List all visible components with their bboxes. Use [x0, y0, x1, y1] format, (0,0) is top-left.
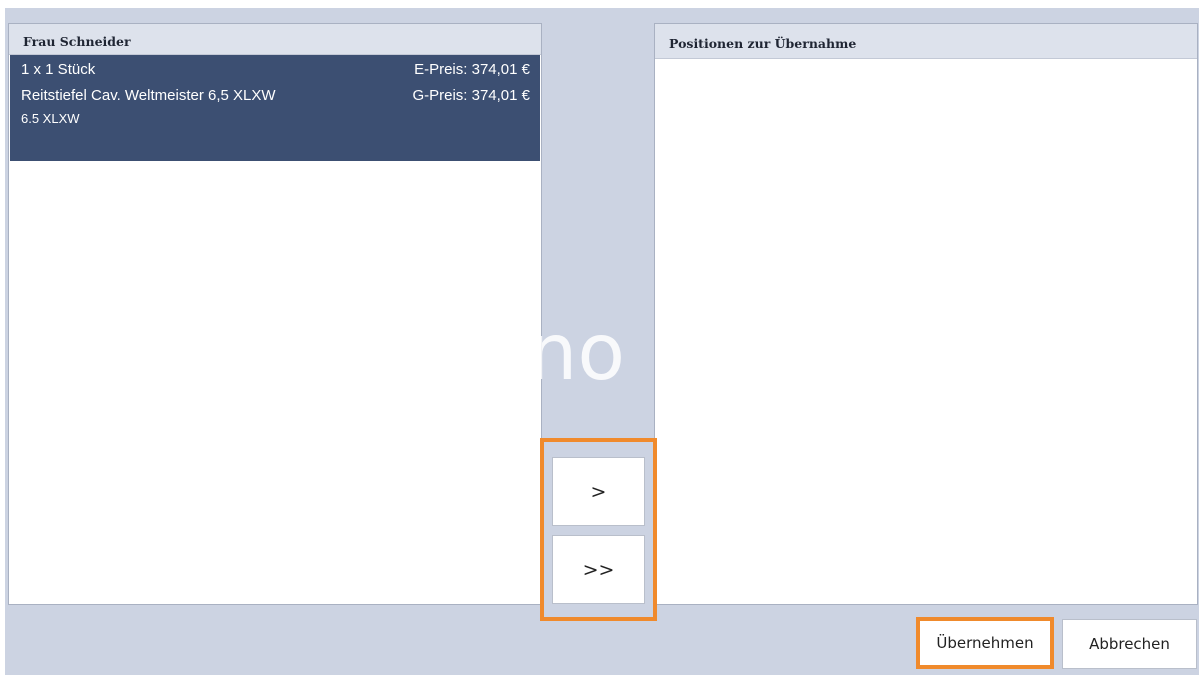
cancel-button[interactable]: Abbrechen [1062, 619, 1197, 669]
list-item[interactable]: 1 x 1 Stück Reitstiefel Cav. Weltmeister… [10, 55, 540, 161]
item-name: Reitstiefel Cav. Weltmeister 6,5 XLXW [21, 87, 276, 104]
customer-positions-panel: Frau Schneider 1 x 1 Stück Reitstiefel C… [8, 23, 542, 605]
customer-panel-title: Frau Schneider [9, 24, 541, 55]
transfer-positions-panel: Positionen zur Übernahme [654, 23, 1198, 605]
item-total-price: G-Preis: 374,01 € [412, 87, 530, 104]
item-quantity: 1 x 1 Stück [21, 61, 96, 78]
accept-button[interactable]: Übernehmen [916, 617, 1054, 669]
item-unit-price: E-Preis: 374,01 € [414, 61, 530, 78]
item-size: 6.5 XLXW [21, 111, 80, 126]
move-all-button[interactable]: >> [552, 535, 645, 604]
move-one-button[interactable]: > [552, 457, 645, 526]
transfer-panel-title: Positionen zur Übernahme [655, 24, 1197, 59]
